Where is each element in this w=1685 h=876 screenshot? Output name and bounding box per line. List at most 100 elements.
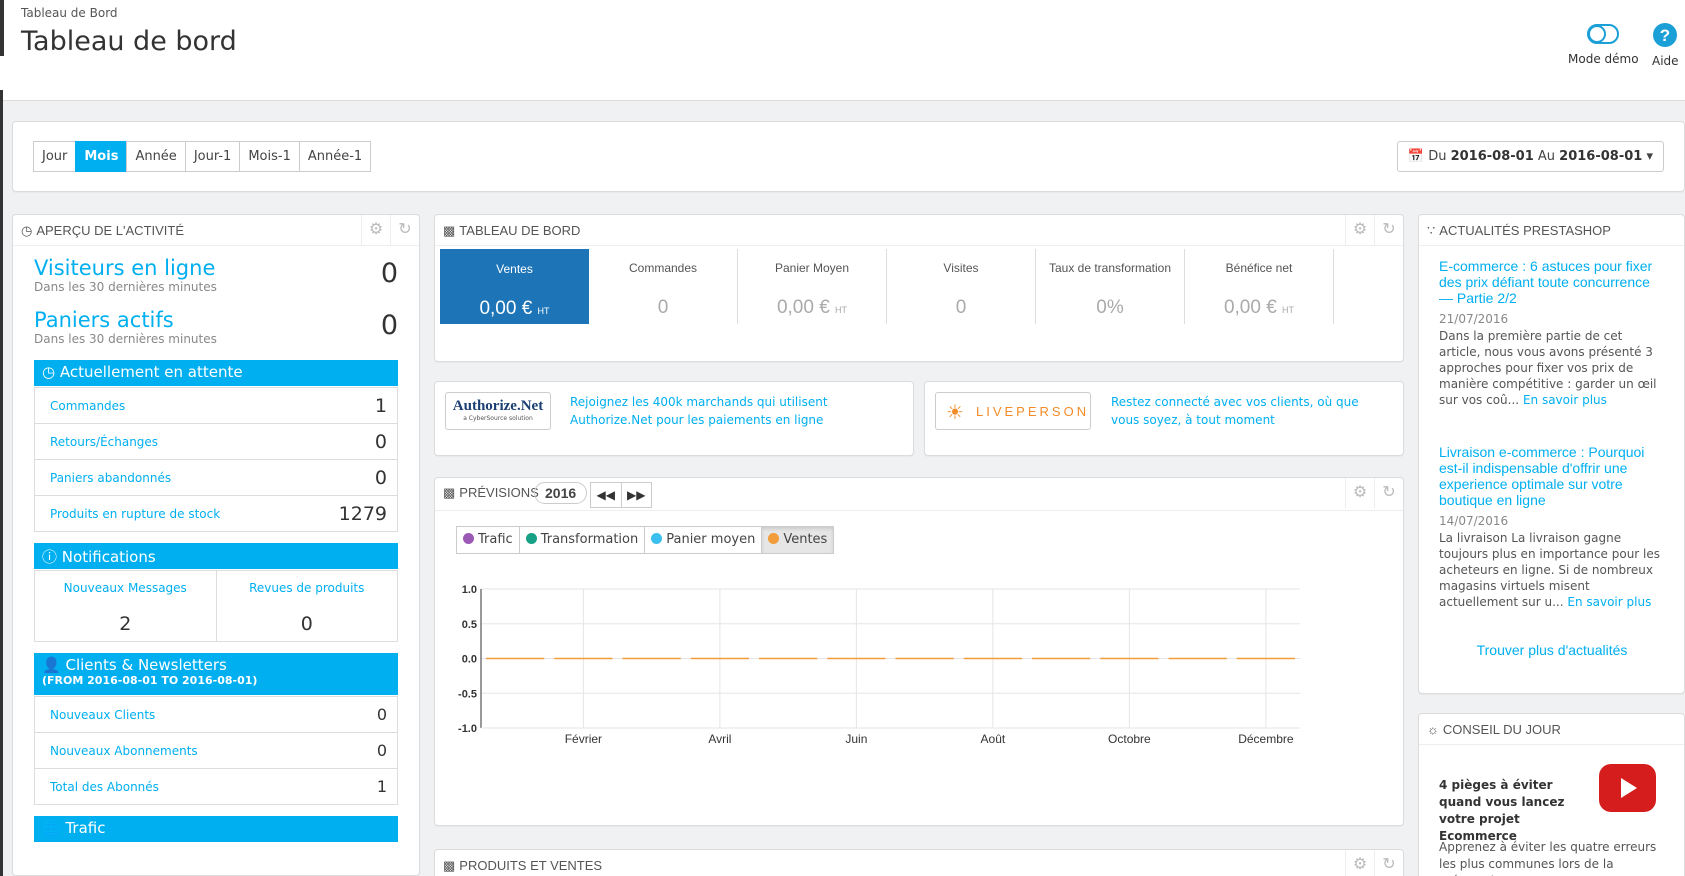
period-button[interactable]: Année [126, 141, 186, 172]
youtube-play-icon[interactable] [1599, 764, 1656, 812]
date-from-label: Du [1428, 149, 1447, 164]
list-item[interactable]: Retours/Échanges 0 [34, 424, 398, 460]
gear-icon[interactable]: ⚙ [361, 215, 390, 245]
period-button[interactable]: Mois [75, 141, 128, 172]
breadcrumb[interactable]: Tableau de Bord [21, 6, 118, 20]
list-item[interactable]: Commandes 1 [34, 388, 398, 424]
legend-label: Panier moyen [666, 532, 756, 547]
list-item-label[interactable]: Total des Abonnés [50, 780, 159, 794]
kpi-value-wrap: 0,00 € HT [441, 298, 588, 320]
kpi-tile[interactable]: Bénéfice net 0,00 € HT [1185, 249, 1334, 324]
carts-label[interactable]: Paniers actifs [34, 308, 398, 332]
list-item-value: 1 [374, 394, 387, 417]
notification-label: Nouveaux Messages [63, 581, 187, 595]
forecast-year[interactable]: 2016 [534, 482, 588, 504]
gear-icon[interactable]: ⚙ [1345, 215, 1374, 245]
authorize-text[interactable]: Rejoignez les 400k marchands qui utilise… [570, 393, 830, 429]
period-button[interactable]: Jour [33, 141, 77, 172]
tip-headline[interactable]: 4 pièges à éviter quand vous lancez votr… [1439, 777, 1589, 845]
list-item-label[interactable]: Nouveaux Clients [50, 708, 155, 722]
liveperson-logo[interactable]: ☀ LIVEPERSON [935, 392, 1091, 430]
sidebar-edge [0, 0, 4, 56]
clock-icon: ◷ [21, 223, 33, 238]
news-item-title[interactable]: Livraison e-commerce : Pourquoi est-il i… [1439, 444, 1665, 508]
list-item[interactable]: Produits en rupture de stock 1279 [34, 496, 398, 532]
legend-toggle[interactable]: Panier moyen [644, 526, 763, 554]
news-item-more-link[interactable]: En savoir plus [1567, 595, 1651, 609]
bar-chart-icon: ▩ [443, 223, 456, 238]
traffic-header: 🌐 Trafic [34, 816, 398, 842]
list-item-label[interactable]: Retours/Échanges [50, 435, 158, 449]
kpi-tile[interactable]: Taux de transformation 0% [1036, 249, 1185, 324]
forecast-legend: Trafic Transformation Panier moyen Ventes [456, 526, 835, 554]
period-button[interactable]: Mois-1 [239, 141, 300, 172]
legend-toggle[interactable]: Ventes [761, 526, 835, 554]
news-item: E-commerce : 6 astuces pour fixer des pr… [1439, 258, 1665, 408]
dashboard-panel: ▩ TABLEAU DE BORD ⚙ ↻ Ventes 0,00 € HT Comma… [434, 214, 1404, 362]
list-item-label[interactable]: Commandes [50, 399, 125, 413]
list-item[interactable]: Nouveaux Abonnements 0 [34, 733, 398, 769]
activity-panel-header: ◷ APERÇU DE L'ACTIVITÉ ⚙ ↻ [13, 215, 419, 246]
tip-panel-header: ☼ CONSEIL DU JOUR [1419, 714, 1684, 745]
refresh-icon[interactable]: ↻ [390, 215, 419, 245]
list-item[interactable]: Total des Abonnés 1 [34, 769, 398, 805]
forecast-panel-header: ▩ PRÉVISIONS 2016 ◀◀ ▶▶ ⚙ ↻ [435, 478, 1403, 511]
forecast-title: PRÉVISIONS [459, 485, 539, 500]
x-tick-label: Février [565, 732, 602, 746]
kpi-label: Taux de transformation [1048, 261, 1172, 275]
kpi-tile[interactable]: Panier Moyen 0,00 € HT [738, 249, 887, 324]
previous-year-icon[interactable]: ◀◀ [591, 483, 622, 507]
list-item-label[interactable]: Nouveaux Abonnements [50, 744, 198, 758]
news-item-title[interactable]: E-commerce : 6 astuces pour fixer des pr… [1439, 258, 1665, 306]
activity-title: APERÇU DE L'ACTIVITÉ [36, 223, 185, 238]
gear-icon[interactable]: ⚙ [1345, 478, 1374, 508]
x-tick-label: Août [981, 732, 1006, 746]
kpi-suffix: HT [537, 306, 550, 316]
next-year-icon[interactable]: ▶▶ [622, 483, 652, 507]
legend-label: Trafic [478, 532, 513, 547]
gear-icon[interactable]: ⚙ [1345, 850, 1374, 876]
visitors-label[interactable]: Visiteurs en ligne [34, 256, 398, 280]
list-item-label[interactable]: Paniers abandonnés [50, 471, 171, 485]
list-item[interactable]: Paniers abandonnés 0 [34, 460, 398, 496]
legend-toggle[interactable]: Transformation [518, 526, 646, 554]
list-item[interactable]: Nouveaux Clients 0 [34, 697, 398, 733]
kpi-value-wrap: 0,00 € HT [1185, 297, 1333, 319]
y-tick-label: 0.5 [462, 619, 477, 631]
help-button[interactable]: ? Aide [1652, 22, 1679, 68]
kpi-tile[interactable]: Visites 0 [887, 249, 1036, 324]
refresh-icon[interactable]: ↻ [1374, 478, 1403, 508]
refresh-icon[interactable]: ↻ [1374, 850, 1403, 876]
clients-list: Nouveaux Clients 0 Nouveaux Abonnements 0 To… [34, 696, 398, 805]
active-carts: Paniers actifs Dans les 30 dernières min… [34, 308, 398, 360]
legend-toggle[interactable]: Trafic [456, 526, 520, 554]
kpi-label: Commandes [628, 261, 698, 275]
period-button[interactable]: Année-1 [298, 141, 372, 172]
kpi-value: 0,00 € [479, 298, 533, 319]
calendar-icon: 📅 [1407, 149, 1425, 164]
date-range-button[interactable]: 📅 Du 2016-08-01 Au 2016-08-01 ▾ [1396, 141, 1664, 172]
kpi-label: Visites [943, 261, 979, 275]
kpi-value-wrap: 0% [1036, 297, 1184, 319]
notification-messages[interactable]: Nouveaux Messages 2 [35, 571, 217, 641]
authorize-logo[interactable]: Authorize.Net a CyberSource solution [445, 392, 551, 430]
visitors-sub: Dans les 30 dernières minutes [34, 280, 217, 294]
page-header [0, 0, 1685, 101]
lightbulb-icon: ☼ [1427, 722, 1439, 737]
list-item-value: 0 [374, 430, 387, 453]
notification-value: 2 [119, 613, 132, 635]
kpi-tile[interactable]: Ventes 0,00 € HT [440, 249, 589, 324]
refresh-icon[interactable]: ↻ [1374, 215, 1403, 245]
list-item-label[interactable]: Produits en rupture de stock [50, 507, 220, 521]
y-tick-label: 0.0 [462, 654, 477, 666]
demo-mode-label: Mode démo [1568, 52, 1639, 66]
liveperson-text[interactable]: Restez connecté avec vos clients, où que… [1111, 393, 1381, 429]
demo-mode-button[interactable]: Mode démo [1568, 22, 1639, 66]
liveperson-logo-text: LIVEPERSON [976, 404, 1090, 419]
news-item-more-link[interactable]: En savoir plus [1523, 393, 1607, 407]
more-news-link[interactable]: Trouver plus d'actualités [1439, 642, 1665, 658]
notification-reviews[interactable]: Revues de produits 0 [217, 571, 398, 641]
x-tick-label: Juin [845, 732, 867, 746]
kpi-tile[interactable]: Commandes 0 [589, 249, 738, 324]
period-button[interactable]: Jour-1 [184, 141, 241, 172]
